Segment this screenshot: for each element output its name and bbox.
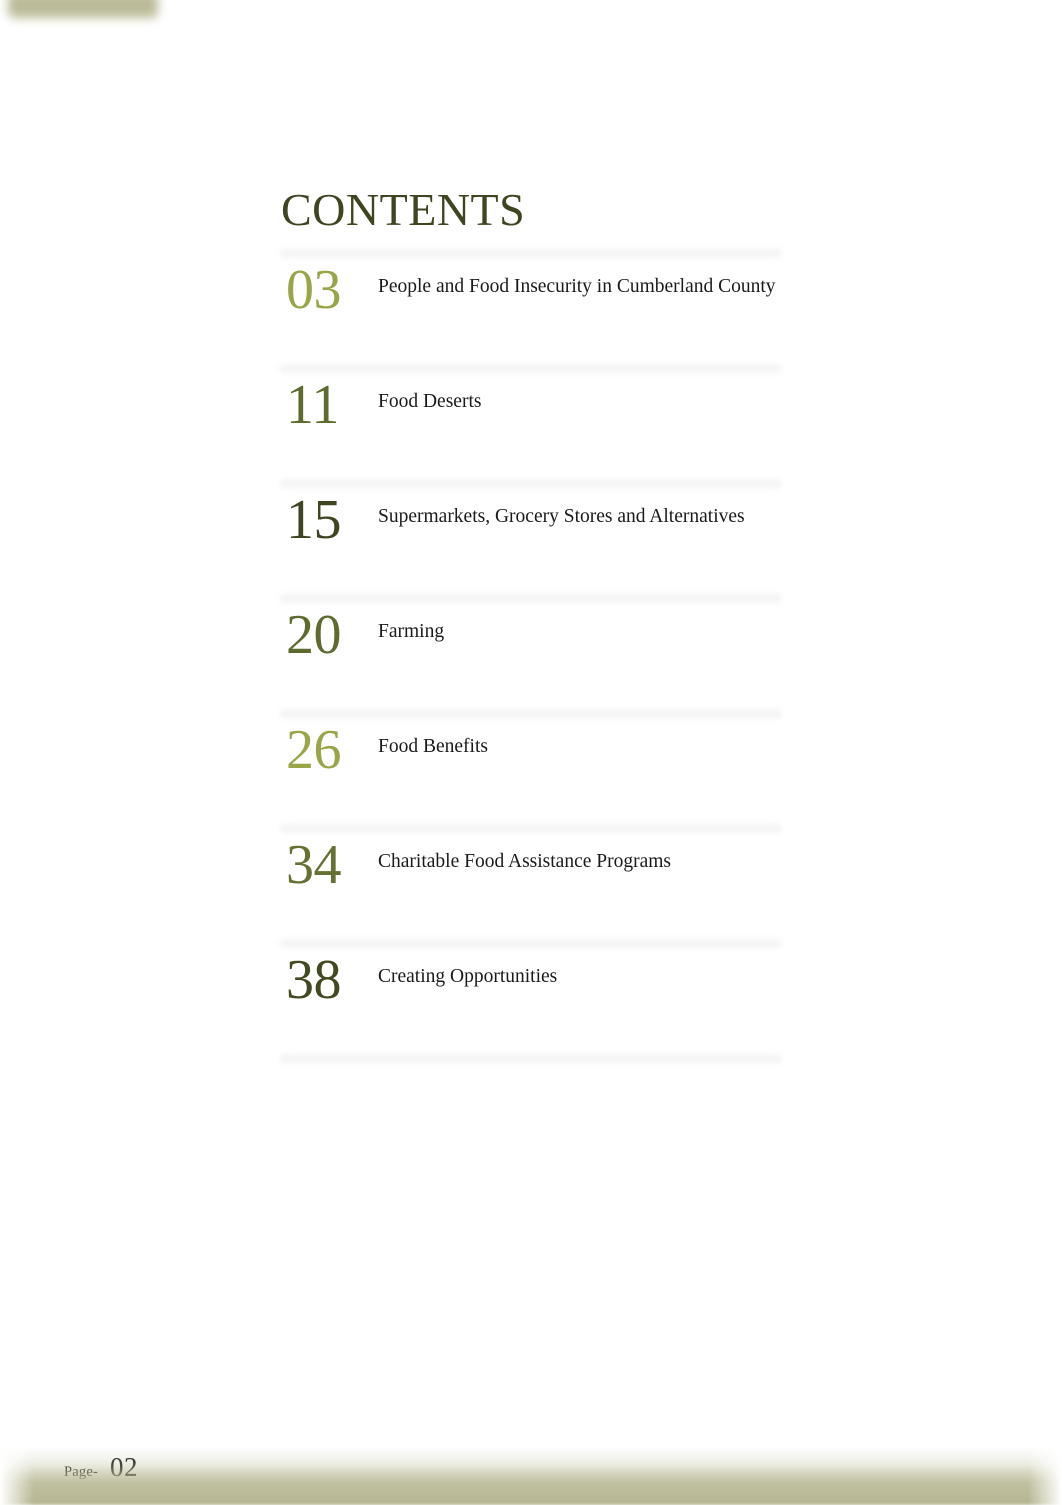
document-page: CONTENTS 03 People and Food Insecurity in… xyxy=(0,0,1062,1505)
toc-divider xyxy=(280,364,782,373)
page-footer: Page- 02 xyxy=(64,1452,138,1483)
toc-entry-number: 38 xyxy=(286,949,342,1011)
toc-entry-title: Farming xyxy=(378,621,445,642)
toc-entry-body[interactable]: 26 Food Benefits xyxy=(280,719,782,781)
toc-divider xyxy=(280,249,782,258)
table-of-contents: 03 People and Food Insecurity in Cumberla… xyxy=(280,249,782,1066)
toc-entry[interactable]: 20 Farming xyxy=(280,594,782,709)
toc-entry[interactable]: 34 Charitable Food Assistance Programs xyxy=(280,824,782,939)
toc-divider xyxy=(280,479,782,488)
toc-entry[interactable]: 03 People and Food Insecurity in Cumberla… xyxy=(280,249,782,364)
toc-entry[interactable]: 38 Creating Opportunities xyxy=(280,939,782,1054)
toc-entry-number: 20 xyxy=(286,604,342,666)
toc-entry-title: People and Food Insecurity in Cumberland… xyxy=(378,276,776,297)
toc-entry-title: Supermarkets, Grocery Stores and Alterna… xyxy=(378,506,745,527)
footer-page-number: 02 xyxy=(110,1452,139,1482)
toc-entry-number: 26 xyxy=(286,719,342,781)
toc-divider xyxy=(280,709,782,718)
top-decorative-bar xyxy=(8,0,158,18)
toc-entry[interactable]: 11 Food Deserts xyxy=(280,364,782,479)
toc-entry-body[interactable]: 20 Farming xyxy=(280,604,782,666)
toc-entry-number: 15 xyxy=(286,489,342,551)
toc-entry-body[interactable]: 11 Food Deserts xyxy=(280,374,782,436)
toc-divider xyxy=(280,594,782,603)
toc-entry-number: 03 xyxy=(286,259,342,321)
toc-entry[interactable]: 26 Food Benefits xyxy=(280,709,782,824)
toc-entry-body[interactable]: 15 Supermarkets, Grocery Stores and Alter… xyxy=(280,489,782,551)
toc-entry-title: Creating Opportunities xyxy=(378,966,558,987)
toc-entry-body[interactable]: 38 Creating Opportunities xyxy=(280,949,782,1011)
toc-divider xyxy=(280,1054,782,1063)
toc-divider xyxy=(280,824,782,833)
toc-entry-title: Charitable Food Assistance Programs xyxy=(378,851,672,872)
toc-entry-body[interactable]: 34 Charitable Food Assistance Programs xyxy=(280,834,782,896)
toc-divider xyxy=(280,939,782,948)
toc-entry-number: 34 xyxy=(286,834,342,896)
toc-entry-number: 11 xyxy=(286,374,339,436)
page-title: CONTENTS xyxy=(281,184,526,235)
toc-entry-body[interactable]: 03 People and Food Insecurity in Cumberla… xyxy=(280,259,782,321)
footer-label: Page- xyxy=(64,1464,99,1480)
bottom-decorative-band xyxy=(0,1447,1062,1505)
toc-entry[interactable]: 15 Supermarkets, Grocery Stores and Alter… xyxy=(280,479,782,594)
toc-entry-trailing xyxy=(280,1054,782,1066)
toc-entry-title: Food Deserts xyxy=(378,391,482,412)
toc-entry-title: Food Benefits xyxy=(378,736,488,757)
